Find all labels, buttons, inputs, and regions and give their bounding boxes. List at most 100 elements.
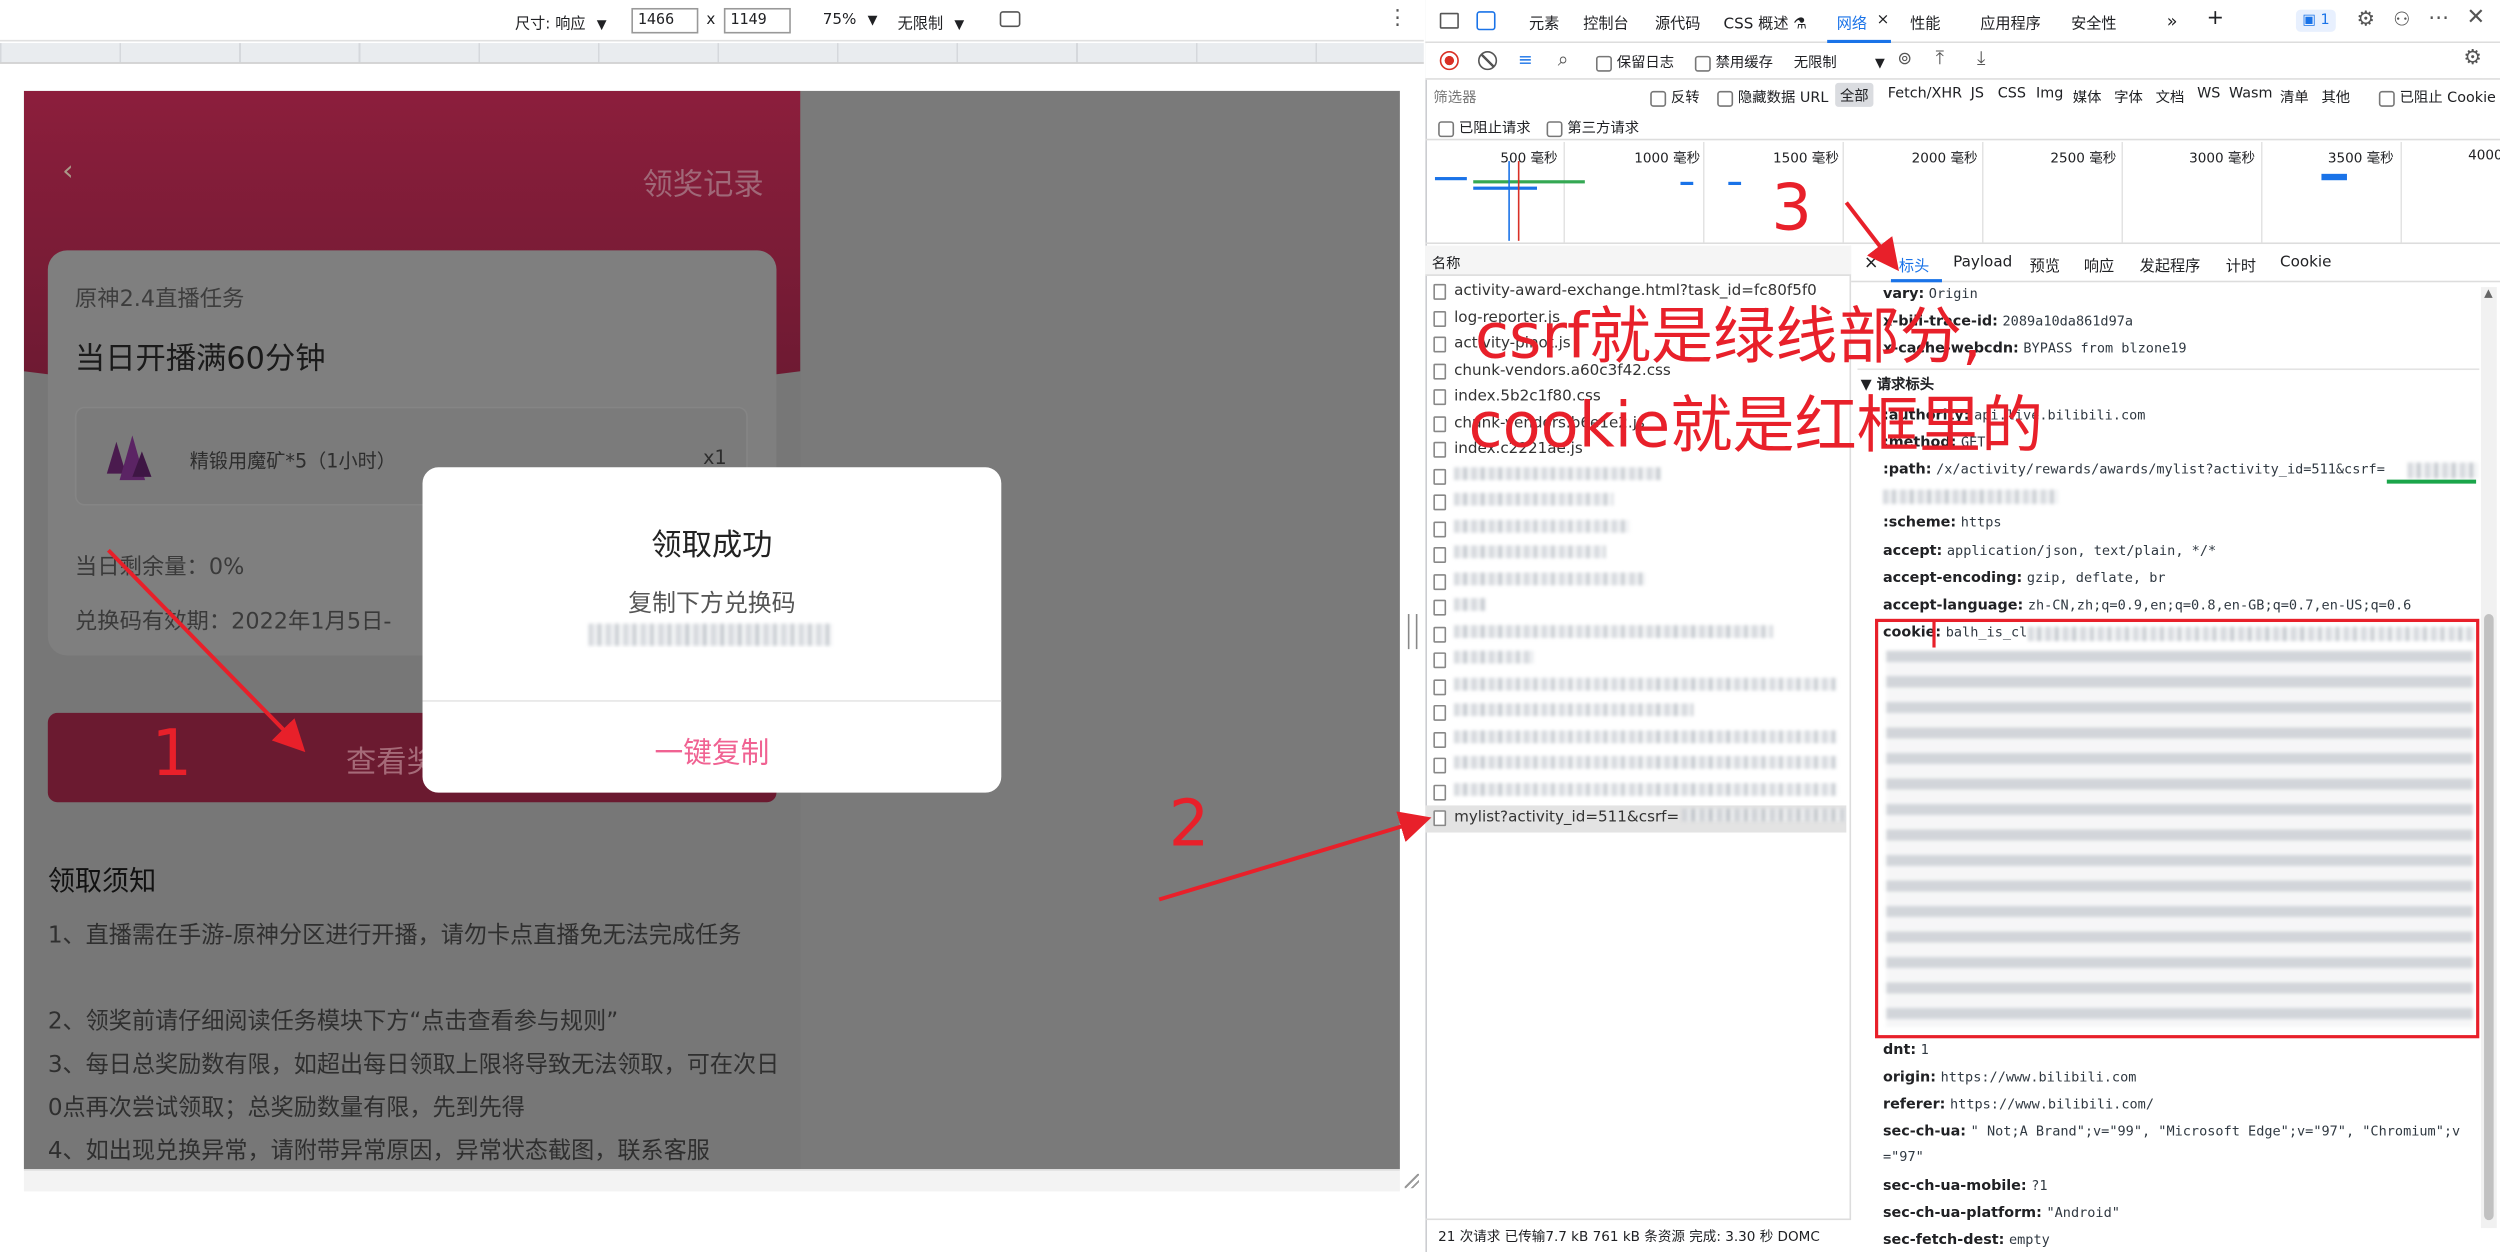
close-icon[interactable]: × <box>1864 252 1879 273</box>
network-toolbar: ≡ ⌕ 保留日志 禁用缓存 无限制 ▼ ⊚ ⤒ ⤓ ⚙ <box>1425 43 2500 80</box>
corner-resize-icon[interactable] <box>1404 1173 1420 1189</box>
detail-tab-initiator[interactable]: 发起程序 <box>2140 254 2201 276</box>
blocked-requests-checkbox[interactable]: 已阻止请求 <box>1438 116 1531 137</box>
network-throttle-dropdown[interactable]: 无限制 ▼ <box>1794 51 1885 72</box>
request-row-redacted[interactable] <box>1425 648 1846 674</box>
tab-network[interactable]: 网络 <box>1837 11 1867 34</box>
filter-icon[interactable]: ≡ <box>1518 49 1533 70</box>
tab-elements[interactable]: 元素 <box>1529 11 1559 34</box>
request-name: activity-award-exchange.html?task_id=fc8… <box>1454 282 1817 300</box>
height-input[interactable]: 1149 <box>723 7 791 34</box>
scrollbar-thumb[interactable] <box>2484 614 2494 1221</box>
detail-tab-cookie[interactable]: Cookie <box>2280 254 2331 272</box>
record-icon[interactable] <box>1439 51 1459 71</box>
request-row-redacted[interactable] <box>1425 753 1846 779</box>
type-filter-ws[interactable]: WS <box>2197 86 2220 102</box>
rotate-icon[interactable] <box>999 11 1021 28</box>
notice-item: 2、领奖前请仔细阅读任务模块下方“点击查看参与规则” <box>47 1009 619 1036</box>
csrf-value-redacted <box>2407 462 2478 479</box>
type-filter-other[interactable]: 其他 <box>2321 86 2350 107</box>
details-scrollbar[interactable]: ▲ <box>2480 287 2497 1229</box>
zoom-dropdown[interactable]: 75% ▼ <box>823 11 878 29</box>
preserve-log-checkbox[interactable]: 保留日志 <box>1595 51 1674 72</box>
header-row: sec-ch-ua-mobile: ?1 <box>1882 1178 2048 1195</box>
type-filter-fetch[interactable]: Fetch/XHR <box>1888 86 1962 102</box>
third-party-label: 第三方请求 <box>1567 121 1640 138</box>
split-handle[interactable] <box>1407 614 1418 650</box>
throttle-dropdown[interactable]: 无限制 ▼ <box>898 11 965 34</box>
request-row-redacted[interactable] <box>1425 700 1846 726</box>
type-filter-img[interactable]: Img <box>2036 86 2063 102</box>
wifi-icon[interactable]: ⊚ <box>1897 48 1912 69</box>
request-row-redacted[interactable] <box>1425 674 1846 700</box>
timeline-bar <box>1728 181 1742 186</box>
network-settings-icon[interactable]: ⚙ <box>2463 46 2482 70</box>
request-row-selected[interactable]: mylist?activity_id=511&csrf= <box>1425 805 1847 832</box>
tab-security[interactable]: 安全性 <box>2071 11 2116 34</box>
back-icon[interactable]: ‹ <box>62 155 73 188</box>
request-row-redacted[interactable] <box>1425 542 1846 568</box>
blocked-cookies-label: 已阻止 Cookie <box>2399 90 2496 107</box>
task-title: 当日开播满60分钟 <box>74 341 326 377</box>
copy-button[interactable]: 一键复制 <box>423 730 1002 771</box>
invert-checkbox[interactable]: 反转 <box>1650 86 1700 107</box>
more-tabs-icon[interactable]: » <box>2167 11 2178 32</box>
filter-bar: 筛选器 反转 隐藏数据 URL 全部 Fetch/XHR JS CSS Img … <box>1425 80 2500 112</box>
search-icon[interactable]: ⌕ <box>1558 48 1569 72</box>
issues-badge[interactable]: ▣ 1 <box>2295 9 2336 32</box>
gear-icon[interactable]: ⚙ <box>2357 8 2376 32</box>
inspect-element-icon[interactable] <box>1439 12 1459 29</box>
timeline-bar <box>1473 180 1585 184</box>
clear-icon[interactable] <box>1478 51 1498 71</box>
type-filter-font[interactable]: 字体 <box>2114 86 2143 107</box>
type-filter-js[interactable]: JS <box>1971 86 1984 102</box>
type-filter-wasm[interactable]: Wasm <box>2229 86 2273 102</box>
type-filter-all[interactable]: 全部 <box>1835 82 1874 107</box>
type-filter-manifest[interactable]: 清单 <box>2280 86 2309 107</box>
tab-sources[interactable]: 源代码 <box>1655 11 1700 34</box>
detail-tab-headers[interactable]: 标头 <box>1899 254 1929 276</box>
scroll-up-icon[interactable]: ▲ <box>2484 287 2493 300</box>
device-size-dropdown[interactable]: 尺寸: 响应 ▼ <box>514 11 607 34</box>
chevron-down-icon: ▼ <box>954 17 965 32</box>
request-row-redacted[interactable] <box>1425 490 1846 516</box>
detail-tab-timing[interactable]: 计时 <box>2226 254 2256 276</box>
hide-data-urls-checkbox[interactable]: 隐藏数据 URL <box>1717 86 1828 107</box>
tab-application[interactable]: 应用程序 <box>1980 11 2041 34</box>
close-icon[interactable]: × <box>1877 11 1890 29</box>
third-party-checkbox[interactable]: 第三方请求 <box>1546 116 1640 138</box>
request-row-redacted[interactable] <box>1425 569 1846 595</box>
close-devtools-icon[interactable]: ✕ <box>2467 5 2486 31</box>
download-icon[interactable]: ⤓ <box>1977 46 1985 70</box>
blocked-cookies-checkbox[interactable]: 已阻止 Cookie <box>2378 86 2496 107</box>
type-filter-doc[interactable]: 文档 <box>2156 86 2185 107</box>
request-row-redacted[interactable] <box>1425 595 1846 621</box>
upload-icon[interactable]: ⤒ <box>1936 46 1944 70</box>
request-row-redacted[interactable] <box>1425 463 1846 489</box>
more-options-icon[interactable]: ⋮ <box>1387 6 1408 30</box>
tab-css-overview[interactable]: CSS 概述 ⚗ <box>1724 11 1807 34</box>
detail-tab-preview[interactable]: 预览 <box>2030 254 2060 276</box>
filter-input[interactable]: 筛选器 <box>1433 86 1637 107</box>
request-row-redacted[interactable] <box>1425 726 1846 752</box>
device-size-label: 尺寸: 响应 <box>514 15 586 34</box>
tab-console[interactable]: 控制台 <box>1583 11 1628 34</box>
header-row: :path: /x/activity/rewards/awards/mylist… <box>1882 462 2385 479</box>
disable-cache-checkbox[interactable]: 禁用缓存 <box>1694 51 1773 72</box>
device-toggle-icon[interactable] <box>1476 11 1496 31</box>
width-input[interactable]: 1466 <box>631 7 699 34</box>
success-modal: 领取成功 复制下方兑换码 一键复制 <box>422 467 1002 793</box>
tab-performance[interactable]: 性能 <box>1910 11 1940 34</box>
type-filter-media[interactable]: 媒体 <box>2073 86 2102 107</box>
request-row-redacted[interactable] <box>1425 779 1846 805</box>
crystal-icon <box>94 426 158 490</box>
add-tab-icon[interactable]: + <box>2207 6 2224 30</box>
request-row-redacted[interactable] <box>1425 516 1846 542</box>
request-row-redacted[interactable] <box>1425 621 1846 647</box>
type-filter-css[interactable]: CSS <box>1998 86 2026 102</box>
user-connect-icon[interactable]: ⚇ <box>2393 8 2410 30</box>
timeline-bar <box>1434 177 1467 181</box>
detail-tab-response[interactable]: 响应 <box>2084 254 2114 276</box>
detail-tab-payload[interactable]: Payload <box>1953 254 2012 272</box>
more-options-icon[interactable]: ⋯ <box>2428 6 2449 30</box>
